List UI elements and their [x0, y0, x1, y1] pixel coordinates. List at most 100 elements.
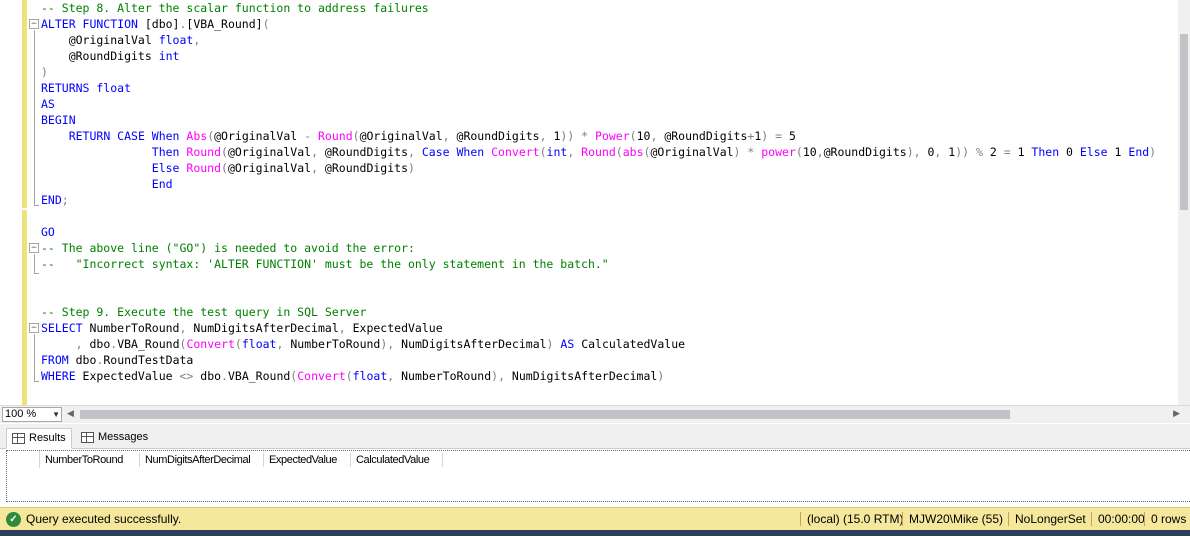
code-line[interactable]: WHERE ExpectedValue <> dbo.VBA_Round (Con… [41, 368, 1156, 384]
outline-end [34, 205, 39, 206]
sql-operator: , [179, 321, 194, 335]
chevron-down-icon[interactable]: ▼ [52, 408, 60, 421]
change-marker [22, 0, 27, 208]
sql-text: @OriginalVal [359, 129, 443, 143]
sql-text: @OriginalVal [650, 145, 734, 159]
code-line[interactable]: End [41, 176, 1156, 192]
grid-icon [12, 433, 25, 444]
code-line[interactable]: @RoundDigits int [41, 48, 1156, 64]
sql-operator: , [567, 145, 582, 159]
scroll-right-icon[interactable]: ▶ [1173, 408, 1180, 419]
collapse-toggle-icon[interactable]: − [29, 19, 39, 29]
code-line[interactable]: -- The above line ("GO") is needed to av… [41, 240, 1156, 256]
sql-operator: ) [1149, 145, 1157, 159]
outline-end [34, 381, 39, 382]
sql-operator: ( [539, 145, 547, 159]
sql-operator: , [311, 161, 325, 175]
collapse-toggle-icon[interactable]: − [29, 323, 39, 333]
sql-function: Power [595, 129, 630, 143]
code-line[interactable]: SELECT NumberToRound, NumDigitsAfterDeci… [41, 320, 1156, 336]
sql-text: @OriginalVal [227, 145, 312, 159]
sql-keyword: End [1128, 145, 1150, 159]
sql-text: NumDigitsAfterDecimal [193, 321, 339, 335]
status-elapsed: 00:00:00 [1091, 512, 1145, 526]
zoom-select[interactable]: 100 % ▼ [2, 407, 62, 422]
column-header[interactable]: CalculatedValue [351, 453, 443, 467]
sql-operator: ( [352, 129, 360, 143]
sql-comment: -- Step 9. Execute the test query in SQL… [41, 305, 367, 319]
code-line[interactable]: Else Round(@OriginalVal, @RoundDigits) [41, 160, 1156, 176]
sql-text: @RoundDigits [324, 145, 409, 159]
sql-text: 0 [1066, 145, 1080, 159]
code-line[interactable]: END; [41, 192, 1156, 208]
sql-operator: ), [491, 369, 512, 383]
column-header[interactable]: NumDigitsAfterDecimal [140, 453, 264, 467]
editor-horizontal-bar: 100 % ▼ ◀ ▶ [0, 405, 1190, 423]
code-line[interactable]: -- Step 8. Alter the scalar function to … [41, 0, 1156, 16]
code-line[interactable]: FROM dbo.RoundTestData [41, 352, 1156, 368]
sql-keyword: int [546, 145, 568, 159]
sql-function: Round [318, 129, 353, 143]
window-bottom-edge [0, 530, 1190, 536]
status-server: (local) (15.0 RTM) [800, 512, 903, 526]
code-line[interactable]: ALTER FUNCTION [dbo].[VBA_Round]( [41, 16, 1156, 32]
tab-messages[interactable]: Messages [76, 428, 153, 449]
code-line[interactable]: -- Step 9. Execute the test query in SQL… [41, 304, 1156, 320]
horizontal-scrollbar-thumb[interactable] [80, 410, 1010, 419]
code-line[interactable]: AS [41, 96, 1156, 112]
sql-text: RoundTestData [103, 353, 194, 367]
sql-keyword: float [352, 369, 388, 383]
results-tabbar: Results Messages [0, 424, 1190, 449]
code-line[interactable]: ) [41, 64, 1156, 80]
sql-text: 5 [788, 129, 796, 143]
sql-operator: ( [629, 129, 637, 143]
scroll-left-icon[interactable]: ◀ [67, 408, 74, 419]
column-header[interactable]: ExpectedValue [264, 453, 351, 467]
code-line[interactable]: @OriginalVal float, [41, 32, 1156, 48]
sql-text: [dbo] [144, 17, 180, 31]
sql-operator: , [816, 145, 824, 159]
sql-keyword: Else [151, 161, 187, 175]
code-line[interactable]: RETURN CASE When Abs(@OriginalVal - Roun… [41, 128, 1156, 144]
sql-text: NumDigitsAfterDecimal [401, 337, 547, 351]
outline-line [34, 334, 35, 381]
sql-keyword: End [151, 177, 173, 191]
tab-messages-label: Messages [98, 431, 149, 443]
sql-function: Convert [297, 369, 346, 383]
sql-text: NumberToRound [290, 337, 381, 351]
query-editor[interactable]: − − − -- Step 8. Alter the scalar functi… [0, 0, 1190, 405]
code-line[interactable] [41, 272, 1156, 288]
sql-operator: , [539, 129, 554, 143]
status-bar: ✓ Query executed successfully. (local) (… [0, 507, 1190, 530]
sql-operator: ) * [733, 145, 762, 159]
code-line[interactable] [41, 208, 1156, 224]
sql-keyword: FROM [41, 353, 76, 367]
sql-keyword: SELECT [41, 321, 90, 335]
sql-keyword: Then [151, 145, 187, 159]
sql-operator: ( [234, 337, 242, 351]
results-grid[interactable]: NumberToRound NumDigitsAfterDecimal Expe… [6, 450, 1190, 502]
tab-results[interactable]: Results [6, 428, 72, 449]
collapse-toggle-icon[interactable]: − [29, 243, 39, 253]
column-header[interactable]: NumberToRound [40, 453, 140, 467]
code-line[interactable]: BEGIN [41, 112, 1156, 128]
code-line[interactable]: , dbo.VBA_Round(Convert(float, NumberToR… [41, 336, 1156, 352]
grid-corner[interactable] [7, 451, 40, 468]
editor-vertical-scrollbar[interactable] [1178, 0, 1190, 405]
code-line[interactable] [41, 288, 1156, 304]
scrollbar-thumb[interactable] [1180, 34, 1188, 210]
sql-operator: ) [657, 369, 665, 383]
editor-gutter [0, 0, 22, 405]
sql-text: NumberToRound [89, 321, 180, 335]
code-line[interactable]: GO [41, 224, 1156, 240]
sql-operator: . [221, 369, 228, 383]
code-line[interactable]: Then Round(@OriginalVal, @RoundDigits, C… [41, 144, 1156, 160]
sql-keyword: RETURNS float [41, 81, 132, 95]
code-line[interactable]: RETURNS float [41, 80, 1156, 96]
code-line[interactable]: -- "Incorrect syntax: 'ALTER FUNCTION' m… [41, 256, 1156, 272]
sql-text: @RoundDigits [456, 129, 540, 143]
sql-function: Round [581, 145, 616, 159]
sql-code[interactable]: -- Step 8. Alter the scalar function to … [41, 0, 1156, 384]
